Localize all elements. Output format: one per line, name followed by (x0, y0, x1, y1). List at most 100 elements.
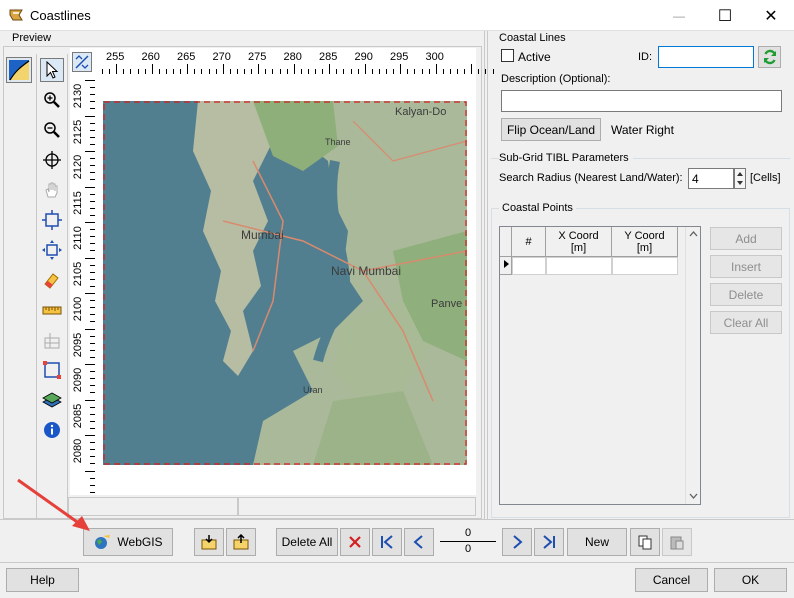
search-radius-spinner[interactable] (734, 168, 746, 189)
x-tick-mark (293, 64, 295, 74)
new-line-button[interactable]: New (567, 528, 627, 556)
status-field-2 (238, 497, 476, 516)
grid-corner-header (500, 227, 512, 257)
ok-button[interactable]: OK (714, 568, 787, 592)
y-tick-mark (90, 307, 95, 309)
maximize-icon: ☐ (717, 7, 733, 25)
x-tick-mark (336, 69, 338, 74)
delete-line-button[interactable] (340, 528, 370, 556)
y-tick-mark (90, 456, 95, 458)
webgis-label: WebGIS (117, 535, 163, 549)
y-tick-mark (85, 151, 95, 152)
active-checkbox[interactable] (501, 49, 514, 62)
x-tick-mark (471, 64, 473, 74)
scroll-down-icon[interactable] (689, 493, 698, 499)
export-button[interactable] (226, 528, 256, 556)
water-side-label: Water Right (611, 123, 674, 137)
x-tick-mark (222, 64, 224, 74)
help-button[interactable]: Help (6, 568, 79, 592)
info-tool[interactable] (40, 418, 64, 442)
pan-tool[interactable] (40, 178, 64, 202)
paste-button[interactable] (662, 528, 692, 556)
zoom-out-tool[interactable] (40, 118, 64, 142)
y-tick-label: 2130 (72, 83, 84, 109)
y-tick-mark (90, 229, 95, 231)
y-tick-mark (90, 378, 95, 380)
next-line-button[interactable] (502, 528, 532, 556)
coastal-points-title: Coastal Points (499, 202, 576, 214)
y-tick-mark (90, 101, 95, 103)
y-tick-mark (90, 271, 95, 273)
x-tick-mark (435, 64, 437, 74)
y-tick-mark (90, 179, 95, 181)
new-row-index-cell[interactable] (512, 257, 546, 275)
splitter[interactable] (484, 31, 488, 519)
y-tick-mark (90, 342, 95, 344)
y-tick-label: 2100 (72, 296, 84, 322)
refresh-id-button[interactable] (758, 46, 781, 68)
col-header-index: # (512, 227, 546, 257)
copy-button[interactable] (630, 528, 660, 556)
id-input[interactable] (658, 46, 754, 68)
clear-all-points-button[interactable]: Clear All (710, 311, 782, 334)
layers-tool[interactable] (40, 388, 64, 412)
fit-extent-tool[interactable] (40, 208, 64, 232)
x-tick-mark (208, 69, 210, 74)
cancel-button[interactable]: Cancel (635, 568, 708, 592)
previous-line-button[interactable] (404, 528, 434, 556)
grid-scrollbar[interactable] (685, 227, 700, 504)
new-row-x-cell[interactable] (546, 257, 612, 275)
x-tick-mark (244, 69, 245, 74)
scroll-up-icon[interactable] (689, 231, 698, 237)
add-point-button[interactable]: Add (710, 227, 782, 250)
zoom-in-tool[interactable] (40, 88, 64, 112)
x-tick-mark (307, 69, 309, 74)
y-tick-mark (90, 371, 95, 373)
y-tick-mark (90, 420, 95, 422)
x-tick-mark (102, 69, 103, 74)
first-line-button[interactable] (372, 528, 402, 556)
y-tick-mark (85, 80, 95, 81)
col-header-y-line1: Y Coord (624, 230, 665, 242)
last-line-button[interactable] (534, 528, 564, 556)
import-button[interactable] (194, 528, 224, 556)
previous-icon (413, 535, 423, 549)
y-tick-label: 2120 (72, 154, 84, 180)
description-input[interactable] (501, 90, 782, 112)
axis-swap-button[interactable] (72, 52, 92, 72)
x-tick-mark (400, 64, 402, 74)
y-tick-mark (90, 108, 95, 110)
col-header-x: X Coord [m] (546, 227, 612, 257)
flip-ocean-land-button[interactable]: Flip Ocean/Land (501, 118, 601, 141)
new-row-y-cell[interactable] (612, 257, 678, 275)
points-grid[interactable]: # X Coord [m] Y Coord [m] (499, 226, 701, 505)
copy-icon (638, 535, 652, 550)
delete-point-button[interactable]: Delete (710, 283, 782, 306)
footer-divider (0, 562, 794, 563)
y-tick-mark (85, 364, 95, 365)
ruler-tool[interactable] (40, 298, 64, 322)
eraser-tool[interactable] (40, 268, 64, 292)
current-line-number: 0 (464, 527, 472, 539)
x-tick-mark (371, 69, 373, 74)
select-arrow-tool[interactable] (40, 58, 64, 82)
app-icon (9, 9, 23, 21)
first-icon (381, 535, 393, 549)
map-label-mumbai: Mumbai (241, 228, 284, 242)
map-image[interactable]: Mumbai Navi Mumbai Thane Kalyan-Do Panve… (103, 101, 467, 465)
y-tick-mark (90, 193, 95, 195)
x-tick-mark (201, 69, 203, 74)
col-header-x-line2: [m] (570, 242, 587, 254)
maximize-button[interactable]: ☐ (702, 0, 748, 31)
move-extent-tool[interactable] (40, 238, 64, 262)
crosshair-tool[interactable] (40, 148, 64, 172)
rectangle-select-tool[interactable] (40, 358, 64, 382)
minimize-button[interactable]: — (656, 0, 702, 31)
y-tick-label: 2090 (72, 367, 84, 393)
delete-all-button[interactable]: Delete All (276, 528, 338, 556)
search-radius-input[interactable] (688, 168, 734, 189)
coastline-mode-button[interactable] (6, 57, 32, 83)
insert-point-button[interactable]: Insert (710, 255, 782, 278)
close-button[interactable]: ✕ (748, 0, 794, 31)
measure-grid-tool[interactable] (40, 328, 64, 352)
